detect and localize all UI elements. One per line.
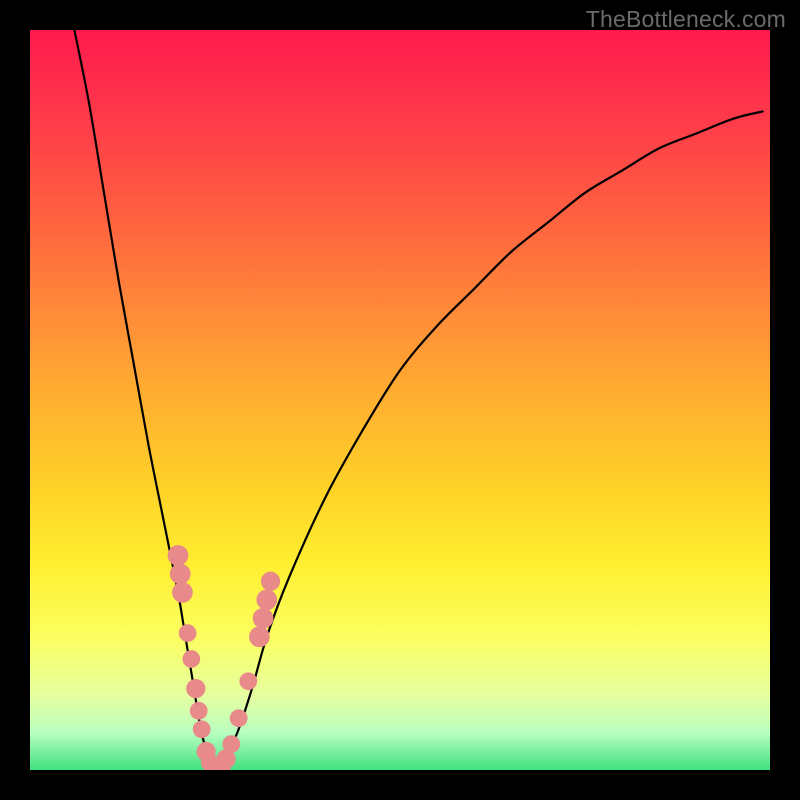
chart-svg bbox=[30, 30, 770, 770]
data-markers bbox=[168, 545, 280, 770]
data-marker bbox=[253, 608, 274, 629]
data-marker bbox=[179, 624, 197, 642]
data-marker bbox=[172, 582, 193, 603]
data-marker bbox=[256, 589, 277, 610]
stage: TheBottleneck.com bbox=[0, 0, 800, 800]
data-marker bbox=[261, 572, 280, 591]
data-marker bbox=[182, 650, 200, 668]
plot-area bbox=[30, 30, 770, 770]
data-marker bbox=[168, 545, 189, 566]
bottleneck-curve bbox=[74, 30, 762, 770]
data-marker bbox=[230, 709, 248, 727]
attribution-label: TheBottleneck.com bbox=[586, 6, 786, 33]
data-marker bbox=[239, 672, 257, 690]
data-marker bbox=[193, 720, 211, 738]
data-marker bbox=[170, 564, 191, 585]
data-marker bbox=[222, 735, 240, 753]
data-marker bbox=[190, 702, 208, 720]
data-marker bbox=[249, 626, 270, 647]
data-marker bbox=[186, 679, 205, 698]
